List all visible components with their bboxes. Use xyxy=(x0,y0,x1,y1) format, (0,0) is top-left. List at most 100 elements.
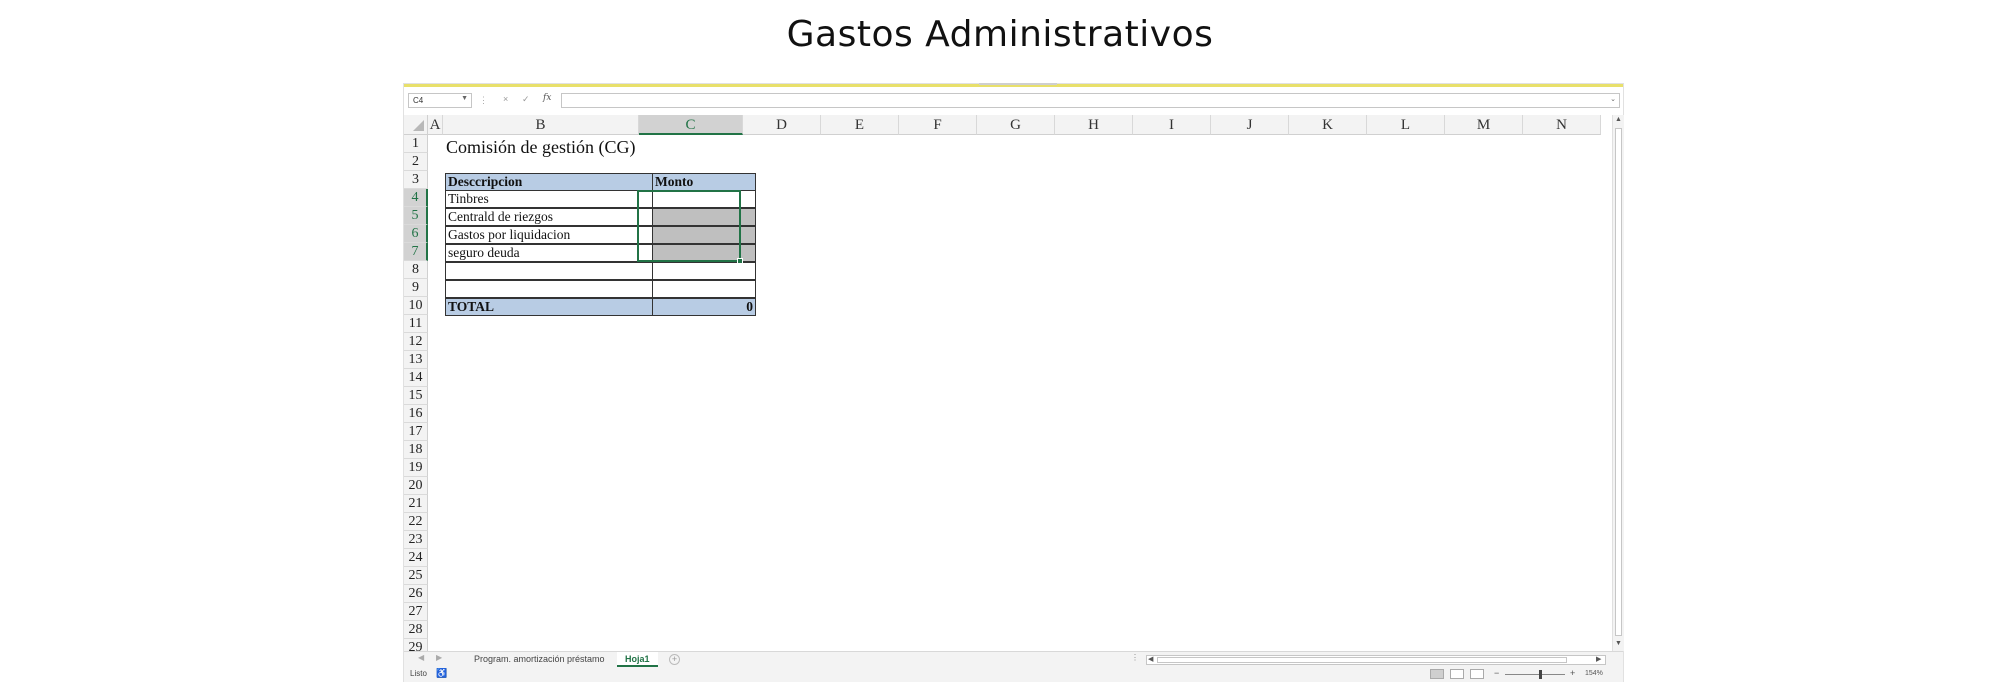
row-header-13[interactable]: 13 xyxy=(404,351,428,369)
total-amount-cell[interactable]: 0 xyxy=(652,298,756,316)
column-header-i[interactable]: I xyxy=(1133,115,1211,135)
column-header-e[interactable]: E xyxy=(821,115,899,135)
scroll-right-icon[interactable]: ▶ xyxy=(1596,655,1601,663)
sheet-tab-hoja1[interactable]: Hoja1 xyxy=(617,652,658,667)
row-amount-cell[interactable] xyxy=(652,226,756,244)
vertical-scroll-thumb[interactable] xyxy=(1615,128,1622,636)
row-header-21[interactable]: 21 xyxy=(404,495,428,513)
column-header-c[interactable]: C xyxy=(639,115,743,135)
normal-view-icon[interactable] xyxy=(1430,669,1444,679)
total-label-cell[interactable]: TOTAL xyxy=(445,298,653,316)
worksheet-grid: ABCDEFGHIJKLMN 1 2 3 4 5 6 7 8 9 10 11 12 13 14 15 16 17… xyxy=(404,115,1612,651)
row-header-4[interactable]: 4 xyxy=(404,189,428,207)
enter-formula-icon[interactable]: ✓ xyxy=(522,94,530,105)
sheet-tab-bar: ◀ ▶ Program. amortización préstamo Hoja1… xyxy=(404,651,1623,667)
row-desc-cell[interactable] xyxy=(445,280,653,298)
row-header-7[interactable]: 7 xyxy=(404,243,428,261)
zoom-level[interactable]: 154% xyxy=(1585,670,1603,677)
row-desc-cell[interactable]: seguro deuda xyxy=(445,244,653,262)
row-header-12[interactable]: 12 xyxy=(404,333,428,351)
row-desc-cell[interactable]: Centrald de riezgos xyxy=(445,208,653,226)
row-header-17[interactable]: 17 xyxy=(404,423,428,441)
row-header-24[interactable]: 24 xyxy=(404,549,428,567)
zoom-in-icon[interactable]: + xyxy=(1570,668,1575,678)
row-header-22[interactable]: 22 xyxy=(404,513,428,531)
tab-split-grip-icon[interactable]: ⋮ xyxy=(1131,653,1139,662)
accessibility-icon[interactable]: ♿ xyxy=(436,668,447,679)
insert-function-icon[interactable]: fx xyxy=(543,93,551,103)
expand-formula-bar-icon[interactable]: ⌄ xyxy=(1610,95,1616,103)
scroll-down-icon[interactable]: ▼ xyxy=(1615,640,1622,647)
row-amount-cell[interactable] xyxy=(652,208,756,226)
select-all-button[interactable] xyxy=(404,115,428,135)
row-amount-cell[interactable] xyxy=(652,280,756,298)
row-header-27[interactable]: 27 xyxy=(404,603,428,621)
column-header-h[interactable]: H xyxy=(1055,115,1133,135)
add-sheet-icon[interactable]: + xyxy=(669,654,680,665)
page-layout-view-icon[interactable] xyxy=(1450,669,1464,679)
scroll-up-icon[interactable]: ▲ xyxy=(1615,116,1622,123)
row-header-26[interactable]: 26 xyxy=(404,585,428,603)
zoom-out-icon[interactable]: − xyxy=(1494,668,1499,678)
row-header-6[interactable]: 6 xyxy=(404,225,428,243)
row-desc-cell[interactable]: Gastos por liquidacion xyxy=(445,226,653,244)
column-header-n[interactable]: N xyxy=(1523,115,1601,135)
column-header-l[interactable]: L xyxy=(1367,115,1445,135)
column-header-f[interactable]: F xyxy=(899,115,977,135)
slide-title: Gastos Administrativos xyxy=(786,14,1214,55)
column-header-j[interactable]: J xyxy=(1211,115,1289,135)
horizontal-scrollbar[interactable]: ◀ ▶ xyxy=(1146,655,1606,665)
row-header-15[interactable]: 15 xyxy=(404,387,428,405)
sheet-tab-amortizacion[interactable]: Program. amortización préstamo xyxy=(466,652,613,667)
formula-input[interactable]: ⌄ xyxy=(561,93,1620,108)
row-header-10[interactable]: 10 xyxy=(404,297,428,315)
row-desc-cell[interactable] xyxy=(445,262,653,280)
next-sheet-icon[interactable]: ▶ xyxy=(436,653,442,662)
row-header-23[interactable]: 23 xyxy=(404,531,428,549)
formula-bar-grip-icon: ⋮ xyxy=(479,95,488,105)
column-header-a[interactable]: A xyxy=(428,115,443,135)
row-header-14[interactable]: 14 xyxy=(404,369,428,387)
name-box[interactable]: C4 ▼ xyxy=(408,93,472,108)
row-header-19[interactable]: 19 xyxy=(404,459,428,477)
status-bar: Listo ♿ − + 154% xyxy=(404,667,1623,682)
horizontal-scroll-thumb[interactable] xyxy=(1157,657,1567,663)
column-header-k[interactable]: K xyxy=(1289,115,1367,135)
name-box-dropdown-icon[interactable]: ▼ xyxy=(461,95,468,102)
column-header-m[interactable]: M xyxy=(1445,115,1523,135)
vertical-scrollbar[interactable]: ▲ ▼ xyxy=(1612,115,1624,651)
page-break-view-icon[interactable] xyxy=(1470,669,1484,679)
row-header-18[interactable]: 18 xyxy=(404,441,428,459)
column-headers: ABCDEFGHIJKLMN xyxy=(428,115,1612,135)
column-header-g[interactable]: G xyxy=(977,115,1055,135)
row-header-9[interactable]: 9 xyxy=(404,279,428,297)
row-header-11[interactable]: 11 xyxy=(404,315,428,333)
row-desc-cell[interactable]: Tinbres xyxy=(445,190,653,208)
row-header-28[interactable]: 28 xyxy=(404,621,428,639)
header-amount-cell[interactable]: Monto xyxy=(652,173,756,191)
zoom-slider-knob[interactable] xyxy=(1539,670,1542,679)
cancel-formula-icon[interactable]: × xyxy=(503,94,508,104)
row-header-29[interactable]: 29 xyxy=(404,639,428,651)
sheet-title-cell[interactable]: Comisión de gestión (CG) xyxy=(446,137,636,158)
row-header-5[interactable]: 5 xyxy=(404,207,428,225)
cell-area[interactable]: Comisión de gestión (CG) Desccripcion Mo… xyxy=(428,135,1612,651)
column-header-d[interactable]: D xyxy=(743,115,821,135)
window-drag-mark xyxy=(979,83,1057,85)
row-header-3[interactable]: 3 xyxy=(404,171,428,189)
status-ready-text: Listo xyxy=(410,669,427,678)
prev-sheet-icon[interactable]: ◀ xyxy=(418,653,424,662)
header-desc-cell[interactable]: Desccripcion xyxy=(445,173,653,191)
row-amount-cell-active[interactable] xyxy=(652,190,756,208)
row-amount-cell[interactable] xyxy=(652,262,756,280)
row-header-20[interactable]: 20 xyxy=(404,477,428,495)
scroll-left-icon[interactable]: ◀ xyxy=(1148,655,1153,663)
row-header-2[interactable]: 2 xyxy=(404,153,428,171)
row-header-25[interactable]: 25 xyxy=(404,567,428,585)
column-header-b[interactable]: B xyxy=(443,115,639,135)
row-header-1[interactable]: 1 xyxy=(404,135,428,153)
zoom-slider[interactable] xyxy=(1505,674,1565,675)
row-header-16[interactable]: 16 xyxy=(404,405,428,423)
row-header-8[interactable]: 8 xyxy=(404,261,428,279)
fill-handle[interactable] xyxy=(737,258,743,264)
